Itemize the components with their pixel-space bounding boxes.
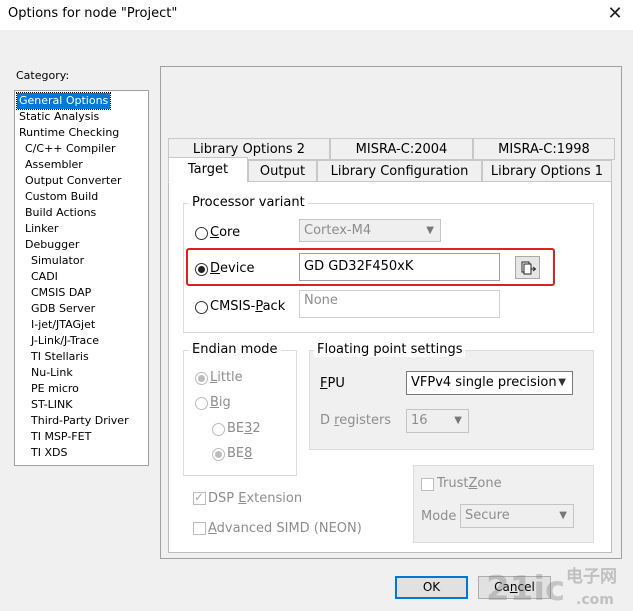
chevron-down-icon: ▼	[426, 225, 434, 236]
tab-library-options-1[interactable]: Library Options 1	[482, 160, 612, 182]
cmsis-pack-label: CMSIS-Pack	[210, 299, 286, 314]
cancel-button[interactable]: Cancel	[478, 576, 551, 599]
endian-mode-label: Endian mode	[189, 342, 281, 357]
window-title: Options for node "Project"	[8, 6, 178, 21]
chevron-down-icon: ▼	[454, 415, 462, 426]
tab-library-configuration[interactable]: Library Configuration	[317, 160, 482, 182]
fpu-select[interactable]: VFPv4 single precision ▼	[406, 371, 573, 395]
trustzone-mode-select[interactable]: Secure ▼	[460, 504, 574, 528]
tab-misra-c-1998[interactable]: MISRA-C:1998	[473, 138, 615, 160]
core-select[interactable]: Cortex-M4 ▼	[299, 219, 441, 242]
category-item[interactable]: General Options	[15, 92, 112, 110]
trustzone-label: TrustZone	[437, 476, 502, 491]
category-item[interactable]: Nu-Link	[29, 365, 75, 381]
category-item[interactable]: GDB Server	[29, 301, 97, 317]
be32-radio[interactable]	[212, 423, 225, 436]
fpu-label: FPU	[320, 376, 345, 391]
core-radio[interactable]	[195, 227, 208, 240]
be8-label: BE8	[227, 446, 253, 461]
floating-point-group	[309, 350, 594, 450]
dsp-extension-label: DSP Extension	[208, 491, 303, 506]
tab-target[interactable]: Target	[168, 157, 248, 183]
category-item[interactable]: TI XDS	[29, 445, 69, 461]
device-label: Device	[210, 261, 255, 276]
advanced-simd-checkbox[interactable]	[193, 522, 206, 535]
category-item[interactable]: Linker	[23, 221, 60, 237]
category-item[interactable]: Assembler	[23, 157, 85, 173]
d-registers-label: D registers	[320, 413, 392, 428]
category-item[interactable]: J-Link/J-Trace	[29, 333, 101, 349]
category-item[interactable]: I-jet/JTAGjet	[29, 317, 97, 333]
category-item[interactable]: Debugger	[23, 237, 81, 253]
tab-output[interactable]: Output	[248, 160, 317, 182]
big-endian-label: Big	[210, 395, 231, 410]
cmsis-pack-field[interactable]: None	[299, 290, 500, 318]
be32-label: BE32	[227, 421, 261, 436]
category-item[interactable]: Output Converter	[23, 173, 124, 189]
category-item[interactable]: Runtime Checking	[17, 125, 121, 141]
watermark-bottom: .com	[576, 592, 614, 608]
trustzone-mode-label: Mode	[421, 509, 457, 524]
category-item[interactable]: Build Actions	[23, 205, 98, 221]
device-list-icon	[521, 261, 537, 275]
category-item[interactable]: Third-Party Driver	[29, 413, 131, 429]
category-item[interactable]: TI Stellaris	[29, 349, 91, 365]
category-item[interactable]: C/C++ Compiler	[23, 141, 118, 157]
little-endian-radio[interactable]	[195, 372, 208, 385]
chevron-down-icon: ▼	[559, 510, 567, 521]
floating-point-label: Floating point settings	[314, 342, 466, 357]
tab-misra-c-2004[interactable]: MISRA-C:2004	[330, 138, 473, 160]
be8-radio[interactable]	[212, 448, 225, 461]
big-endian-radio[interactable]	[195, 397, 208, 410]
core-label: Core	[210, 225, 241, 240]
dsp-extension-checkbox[interactable]	[193, 490, 206, 505]
category-item[interactable]: CADI	[29, 269, 60, 285]
device-radio[interactable]	[195, 263, 208, 276]
category-item[interactable]: PE micro	[29, 381, 81, 397]
select-device-button[interactable]	[515, 256, 540, 279]
device-field[interactable]: GD GD32F450xK	[299, 253, 500, 281]
watermark-top: 电子网	[566, 566, 617, 587]
cmsis-pack-radio[interactable]	[195, 301, 208, 314]
ok-button[interactable]: OK	[395, 576, 468, 599]
category-item[interactable]: CMSIS DAP	[29, 285, 93, 301]
advanced-simd-label: Advanced SIMD (NEON)	[208, 521, 362, 536]
category-item[interactable]: TI MSP-FET	[29, 429, 93, 445]
d-registers-select[interactable]: 16 ▼	[406, 409, 469, 433]
category-item[interactable]: Simulator	[29, 253, 86, 269]
processor-variant-label: Processor variant	[189, 195, 308, 210]
category-label: Category:	[16, 69, 70, 82]
category-item[interactable]: Custom Build	[23, 189, 100, 205]
category-list[interactable]: General Options Static Analysis Runtime Ch…	[14, 90, 149, 466]
trustzone-checkbox[interactable]	[421, 478, 434, 491]
category-item[interactable]: Static Analysis	[17, 109, 101, 125]
little-endian-label: Little	[210, 370, 243, 385]
category-item[interactable]: ST-LINK	[29, 397, 74, 413]
close-icon[interactable]: ✕	[602, 2, 628, 26]
chevron-down-icon: ▼	[558, 377, 566, 388]
